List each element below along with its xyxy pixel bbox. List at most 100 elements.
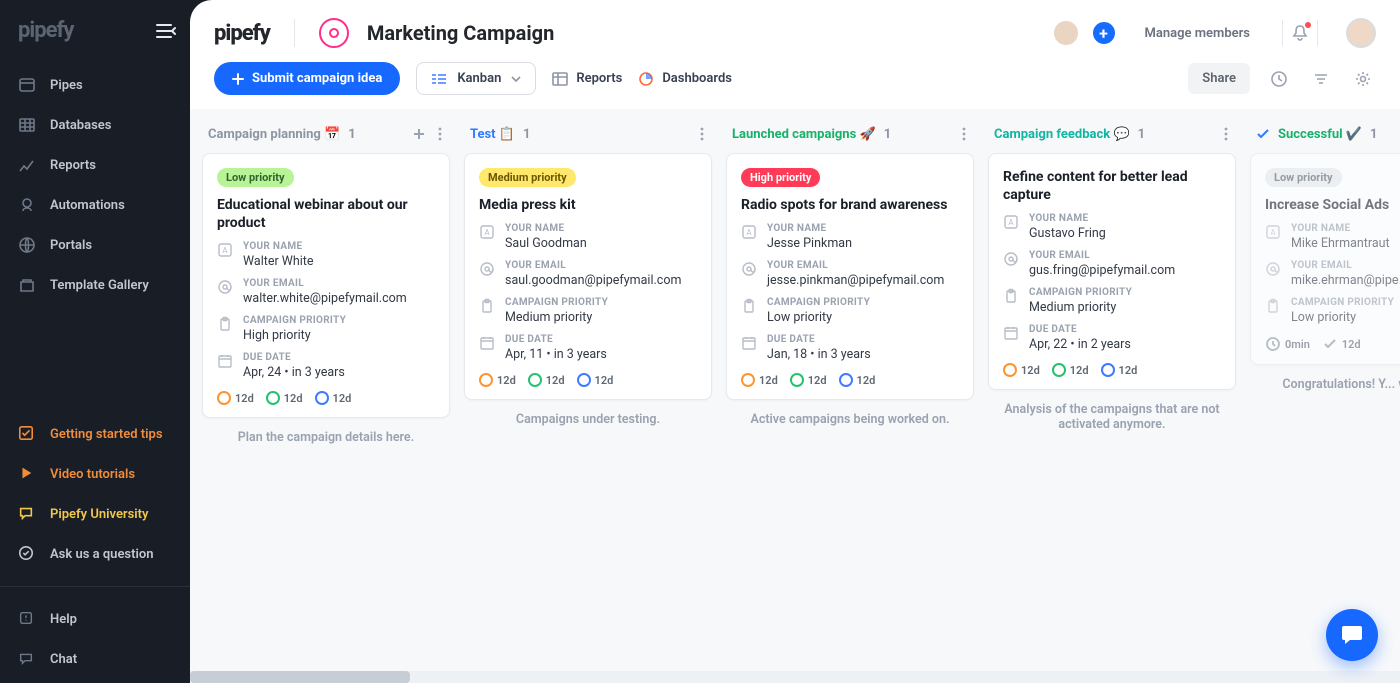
horizontal-scrollbar[interactable] [190, 671, 1400, 683]
field-value: walter.white@pipefymail.com [243, 291, 407, 306]
email-icon [1003, 251, 1019, 267]
history-icon[interactable] [1266, 66, 1292, 92]
nav-item-pipes[interactable]: Pipes [0, 65, 190, 105]
notifications-button[interactable] [1282, 20, 1318, 46]
svg-text:A: A [746, 228, 752, 237]
column-header: Campaign planning 📅1 [202, 119, 450, 153]
email-icon [741, 261, 757, 277]
checklist-icon [18, 425, 36, 443]
column-menu-icon[interactable] [698, 125, 706, 143]
card[interactable]: Low priorityEducational webinar about ou… [202, 153, 450, 418]
chip: 12d [577, 373, 614, 387]
email-icon [479, 261, 495, 277]
user-avatar[interactable] [1346, 18, 1376, 48]
member-avatar[interactable] [1053, 20, 1079, 46]
card-title: Media press kit [479, 196, 697, 214]
column-menu-icon[interactable] [436, 125, 444, 143]
field-label: CAMPAIGN PRIORITY [243, 315, 346, 326]
help-ask-question[interactable]: Ask us a question [0, 534, 190, 574]
portals-icon [18, 236, 36, 254]
reports-link[interactable]: Reports [552, 71, 622, 86]
card-title: Radio spots for brand awareness [741, 196, 959, 214]
chip: 12d [741, 373, 778, 387]
share-button[interactable]: Share [1188, 63, 1250, 94]
scrollbar-thumb[interactable] [190, 671, 410, 683]
field-email: YOUR EMAILmike.ehrman@pipe [1265, 260, 1400, 288]
column-menu-icon[interactable] [960, 125, 968, 143]
sidebar-nav: Pipes Databases Reports Automations Port… [0, 61, 190, 309]
nav-item-reports[interactable]: Reports [0, 145, 190, 185]
priority-icon [217, 316, 233, 332]
filter-icon[interactable] [1308, 66, 1334, 92]
nav-item-chat[interactable]: Chat [0, 639, 190, 679]
column-campaign-planning: Campaign planning 📅1Low priorityEducatio… [198, 119, 454, 683]
field-label: YOUR EMAIL [243, 278, 407, 289]
add-member-button[interactable]: + [1091, 20, 1117, 46]
add-card-icon[interactable] [410, 125, 428, 143]
field-label: DUE DATE [1029, 324, 1131, 335]
column-successful: Successful ✔️1Low priorityIncrease Socia… [1246, 119, 1400, 683]
field-priority: CAMPAIGN PRIORITYLow priority [1265, 297, 1400, 325]
column-menu-icon[interactable] [1222, 125, 1230, 143]
submit-campaign-button[interactable]: Submit campaign idea [214, 62, 400, 95]
nav-item-template-gallery[interactable]: Template Gallery [0, 265, 190, 305]
chevron-down-icon [511, 76, 521, 82]
field-name: AYOUR NAMEGustavo Fring [1003, 213, 1221, 241]
field-value: gus.fring@pipefymail.com [1029, 263, 1175, 278]
template-icon [18, 276, 36, 294]
field-priority: CAMPAIGN PRIORITYMedium priority [479, 297, 697, 325]
nav-item-help[interactable]: Help [0, 599, 190, 639]
nav-item-automations[interactable]: Automations [0, 185, 190, 225]
card[interactable]: High priority Radio spots for brand aware… [726, 153, 974, 400]
field-due-date: DUE DATE Apr, 22 • in 2 years [1003, 324, 1221, 352]
databases-icon [18, 116, 36, 134]
dashboards-link[interactable]: Dashboards [638, 71, 732, 87]
settings-icon[interactable] [1350, 66, 1376, 92]
card-title: Refine content for better lead capture [1003, 168, 1221, 204]
priority-pill: High priority [741, 168, 820, 187]
help-icon [18, 610, 36, 628]
chat-icon [18, 650, 36, 668]
campaign-icon [319, 18, 349, 48]
priority-pill: Low priority [1265, 168, 1342, 187]
nav-item-portals[interactable]: Portals [0, 225, 190, 265]
field-value: Jan, 18 • in 3 years [767, 347, 871, 362]
help-getting-started[interactable]: Getting started tips [0, 414, 190, 454]
sidebar-logo: pipefy [18, 18, 73, 43]
nav-item-databases[interactable]: Databases [0, 105, 190, 145]
field-label: YOUR EMAIL [1291, 260, 1398, 271]
collapse-sidebar-icon[interactable] [156, 23, 176, 39]
field-value: jesse.pinkman@pipefymail.com [767, 273, 944, 288]
column-caption: Plan the campaign details here. [202, 418, 450, 457]
chip: 12d [790, 373, 827, 387]
field-value: Gustavo Fring [1029, 226, 1106, 241]
field-due-date: DUE DATEApr, 11 • in 3 years [479, 334, 697, 362]
field-due-date: DUE DATEJan, 18 • in 3 years [741, 334, 959, 362]
card[interactable]: Low priorityIncrease Social AdsAYOUR NAM… [1250, 153, 1400, 365]
toolbar: Submit campaign idea Kanban Reports Dash… [190, 62, 1400, 109]
help-university[interactable]: Pipefy University [0, 494, 190, 534]
field-value: Apr, 22 • in 2 years [1029, 337, 1131, 352]
due-date-icon [1003, 325, 1019, 341]
view-select[interactable]: Kanban [416, 62, 536, 95]
field-label: CAMPAIGN PRIORITY [767, 297, 870, 308]
column-caption: Campaigns under testing. [464, 400, 712, 439]
card-chips: 12d12d12d [217, 391, 435, 405]
field-priority: CAMPAIGN PRIORITYMedium priority [1003, 287, 1221, 315]
field-value: Medium priority [505, 310, 608, 325]
field-value: Saul Goodman [505, 236, 587, 251]
field-label: YOUR NAME [505, 223, 587, 234]
manage-members-link[interactable]: Manage members [1145, 26, 1250, 41]
field-label: YOUR EMAIL [505, 260, 681, 271]
intercom-chat-button[interactable] [1326, 609, 1378, 661]
chip: 0min [1265, 336, 1310, 352]
name-icon: A [741, 224, 757, 240]
column-header: Launched campaigns 🚀1 [726, 119, 974, 153]
card-chips: 12d12d12d [1003, 363, 1221, 377]
help-video-tutorials[interactable]: Video tutorials [0, 454, 190, 494]
card[interactable]: Refine content for better lead capture AY… [988, 153, 1236, 390]
check-circle-icon [18, 545, 36, 563]
card-title: Increase Social Ads [1265, 196, 1400, 214]
card-chips: 12d12d12d [741, 373, 959, 387]
card[interactable]: Medium priorityMedia press kitAYOUR NAME… [464, 153, 712, 400]
